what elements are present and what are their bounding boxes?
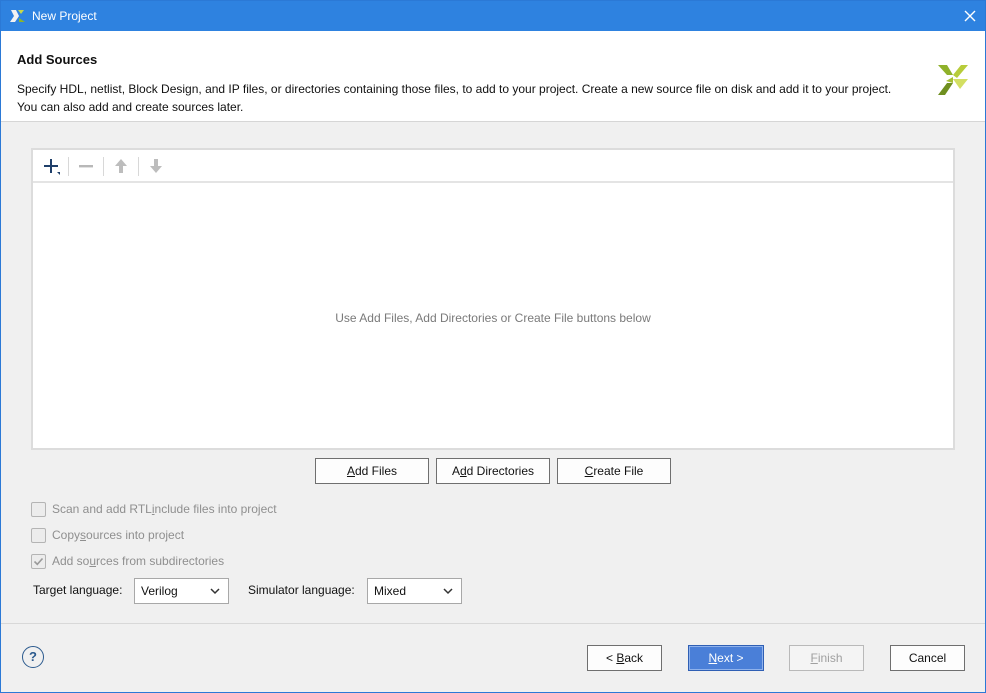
move-down-button[interactable] xyxy=(144,154,168,178)
option-label: rces from subdirectories xyxy=(96,554,225,568)
page-title: Add Sources xyxy=(17,52,98,67)
add-sources-button[interactable] xyxy=(39,154,63,178)
option-label: Add so xyxy=(52,554,90,568)
simulator-language-select[interactable]: Mixed xyxy=(367,578,462,604)
scan-rtl-include-option[interactable]: Scan and add RTL i nclude files into proj… xyxy=(31,501,277,517)
copy-sources-option[interactable]: Copy s ources into project xyxy=(31,527,184,543)
button-label: inish xyxy=(817,651,843,665)
minus-icon xyxy=(79,165,93,168)
toolbar-separator xyxy=(103,157,104,176)
button-mnemonic: F xyxy=(810,651,818,665)
target-language-label: Target language: xyxy=(33,583,123,597)
button-label: dd Files xyxy=(354,464,398,478)
button-label: < xyxy=(605,651,617,665)
arrow-up-icon xyxy=(115,159,127,173)
finish-button[interactable]: Finish xyxy=(789,645,864,671)
target-language-select[interactable]: Verilog xyxy=(134,578,229,604)
next-button[interactable]: Next > xyxy=(688,645,764,671)
footer-divider xyxy=(1,623,985,624)
button-mnemonic: C xyxy=(584,464,594,478)
sources-toolbar xyxy=(33,150,953,183)
move-up-button[interactable] xyxy=(109,154,133,178)
description-line-1: Specify HDL, netlist, Block Design, and … xyxy=(17,82,892,96)
chevron-down-icon xyxy=(210,588,220,595)
button-label: d Directories xyxy=(466,464,535,478)
sources-panel: Use Add Files, Add Directories or Create… xyxy=(31,148,955,450)
button-label: ack xyxy=(624,651,644,665)
checkmark-icon xyxy=(33,557,44,565)
arrow-down-icon xyxy=(150,159,162,173)
option-label: nclude files into project xyxy=(154,502,277,516)
button-label: A xyxy=(451,464,460,478)
option-label: Copy xyxy=(52,528,81,542)
close-icon xyxy=(964,10,976,22)
simulator-language-label: Simulator language: xyxy=(248,583,355,597)
button-mnemonic: d xyxy=(459,464,467,478)
target-language-value: Verilog xyxy=(141,584,178,598)
close-button[interactable] xyxy=(955,1,985,31)
cancel-button[interactable]: Cancel xyxy=(890,645,965,671)
help-button[interactable]: ? xyxy=(22,646,44,668)
remove-source-button[interactable] xyxy=(74,154,98,178)
vivado-logo-icon xyxy=(10,10,25,22)
toolbar-separator xyxy=(138,157,139,176)
button-label: ext > xyxy=(717,651,744,665)
window-title: New Project xyxy=(32,9,97,23)
page-description: Specify HDL, netlist, Block Design, and … xyxy=(17,80,917,116)
plus-icon xyxy=(44,159,60,175)
option-label: ources into project xyxy=(86,528,185,542)
title-bar: New Project xyxy=(1,1,985,31)
create-file-button[interactable]: Create File xyxy=(557,458,671,484)
simulator-language-value: Mixed xyxy=(374,584,407,598)
add-subdirectories-checkbox[interactable] xyxy=(31,553,46,569)
option-label: Scan and add RTL xyxy=(52,502,152,516)
scan-rtl-include-checkbox[interactable] xyxy=(31,501,46,517)
xilinx-logo-icon xyxy=(938,65,968,95)
description-line-2: You can also add and create sources late… xyxy=(17,100,244,114)
add-files-button[interactable]: Add Files xyxy=(315,458,429,484)
button-mnemonic: A xyxy=(346,464,355,478)
toolbar-separator xyxy=(68,157,69,176)
new-project-dialog: New Project Add Sources Specify HDL, net… xyxy=(0,0,986,693)
button-label: reate File xyxy=(593,464,644,478)
option-mnemonic: u xyxy=(89,554,97,568)
page-header: Add Sources Specify HDL, netlist, Block … xyxy=(1,31,985,122)
empty-sources-message: Use Add Files, Add Directories or Create… xyxy=(335,311,651,325)
back-button[interactable]: < Back xyxy=(587,645,662,671)
chevron-down-icon xyxy=(443,588,453,595)
button-mnemonic: N xyxy=(708,651,718,665)
copy-sources-checkbox[interactable] xyxy=(31,527,46,543)
add-subdirectories-option[interactable]: Add so u rces from subdirectories xyxy=(31,553,224,569)
add-directories-button[interactable]: Add Directories xyxy=(436,458,550,484)
